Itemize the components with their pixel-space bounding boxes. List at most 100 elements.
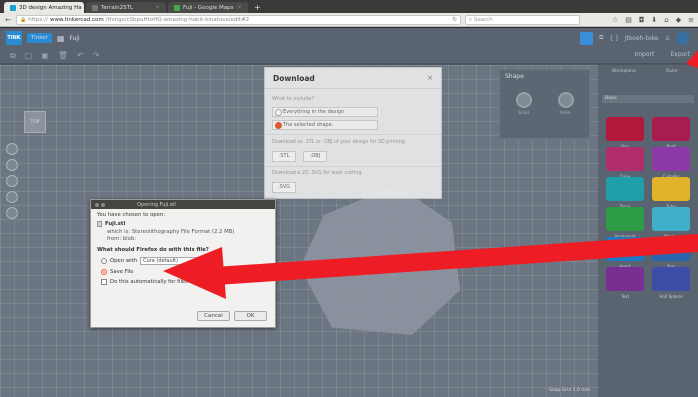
url-path: /things/cSbpuHtoHQ-amazing-habit-kinatou… — [105, 16, 250, 23]
perspective-icon[interactable] — [6, 207, 18, 219]
new-tab-button[interactable]: + — [250, 2, 265, 13]
shape-tile[interactable]: Tube — [652, 177, 690, 209]
workplane-tool[interactable]: Workplane — [602, 69, 646, 91]
blocks-icon[interactable]: ⧉ — [599, 34, 603, 42]
view-cube[interactable]: TOP — [24, 111, 46, 133]
option-selected-shape[interactable]: The selected shape. — [272, 120, 378, 130]
undo-icon[interactable]: ↶ — [77, 51, 84, 60]
shape-tile[interactable]: Box — [606, 117, 644, 149]
shape-tile[interactable]: Heart — [606, 237, 644, 269]
cancel-button[interactable]: Cancel — [197, 311, 230, 321]
dialog-body: You have chosen to open: Fuji.stl which … — [91, 209, 275, 288]
close-window-icon[interactable] — [95, 202, 99, 207]
search-input[interactable]: ⌕ Search — [465, 14, 580, 25]
tinkercad-logo[interactable]: TINK — [6, 31, 22, 45]
shape-tile[interactable]: Star — [652, 237, 690, 269]
download-title: Download — [273, 74, 315, 83]
menu-icon[interactable]: ≡ — [688, 16, 694, 24]
shape-category-select[interactable]: Basic — [602, 95, 694, 103]
divider — [265, 166, 441, 167]
browser-tab-google-maps[interactable]: Fuji - Google Maps × — [168, 2, 248, 13]
paste-icon[interactable]: ▢ — [25, 51, 33, 60]
stl-button[interactable]: .STL — [272, 151, 296, 162]
option-everything[interactable]: Everything in the design — [272, 107, 378, 117]
intro-text: You have chosen to open: — [97, 212, 166, 218]
shape-tile[interactable]: Torus — [606, 177, 644, 209]
inspector-title: Shape — [505, 73, 524, 80]
tinkercad-favicon-icon — [10, 4, 16, 11]
import-button[interactable]: Import — [634, 51, 654, 58]
back-arrow-icon[interactable]: ← — [4, 16, 12, 24]
download-dialog: Download × What to include? Everything i… — [264, 67, 442, 199]
solid-label: Solid — [518, 111, 529, 116]
duplicate-icon[interactable]: ▣ — [41, 51, 49, 60]
ruler-tool[interactable]: Ruler — [650, 69, 694, 91]
home-view-icon[interactable] — [6, 143, 18, 155]
open-with-row: Open with Cura (default) — [101, 257, 269, 265]
shape-tile[interactable]: Cone — [606, 147, 644, 179]
export-button[interactable]: Export — [670, 51, 690, 58]
shape-grid: BoxRoofConeCylinderTorusTubeParaboloidWe… — [598, 103, 698, 305]
auto-checkbox[interactable] — [101, 279, 107, 285]
url-bar[interactable]: 🔒 https://www.tinkercad.com/things/cSbpu… — [16, 14, 461, 25]
tab-close-icon[interactable]: × — [155, 4, 160, 11]
shape-tile[interactable]: Wedge — [652, 207, 690, 239]
hole-swatch[interactable] — [558, 92, 574, 108]
open-with-radio[interactable] — [101, 258, 107, 264]
extension-icon[interactable]: ◆ — [676, 16, 681, 24]
snap-grid-label[interactable]: Snap Grid 1.0 mm — [549, 388, 590, 393]
auto-label: Do this automatically for files like thi… — [110, 279, 247, 285]
zoom-out-icon[interactable] — [6, 191, 18, 203]
open-with-select[interactable]: Cura (default) — [140, 257, 203, 265]
zoom-in-icon[interactable] — [6, 175, 18, 187]
firefox-open-file-dialog: Opening Fuji.stl You have chosen to open… — [90, 199, 276, 328]
bookmark-star-icon[interactable]: ☆ — [612, 16, 618, 24]
grid-icon[interactable]: ▦ — [57, 34, 65, 43]
pocket-icon[interactable]: ◘ — [639, 16, 645, 24]
minimize-window-icon[interactable] — [101, 202, 105, 207]
shape-tile[interactable]: Roof — [652, 117, 690, 149]
browser-tab-bar: 3D design Amazing Ha × Terrain2STL × Fuj… — [0, 0, 698, 13]
fit-view-icon[interactable] — [6, 159, 18, 171]
3d-view-icon[interactable] — [580, 31, 594, 45]
shape-tile[interactable]: Half Sphere — [652, 267, 690, 299]
reading-list-icon[interactable]: ▤ — [625, 16, 632, 24]
account-menu[interactable]: Jtkoeh-toke — [625, 35, 659, 42]
download-icon[interactable]: ⬇ — [651, 16, 657, 24]
fuji-terrain-model[interactable] — [300, 185, 460, 335]
shape-tile[interactable]: Cylinder — [652, 147, 690, 179]
avatar[interactable] — [676, 31, 690, 45]
obj-button[interactable]: .OBJ — [303, 151, 327, 162]
url-prefix: https:// — [28, 16, 48, 23]
file-name: Fuji.stl — [105, 221, 126, 227]
save-file-label: Save File — [110, 269, 134, 275]
file-source: from: blob: — [107, 236, 137, 242]
shape-tile[interactable]: Text — [606, 267, 644, 299]
code-icon[interactable]: { } — [609, 35, 619, 42]
browser-tab-terrain2stl[interactable]: Terrain2STL × — [86, 2, 166, 13]
maps-favicon-icon — [174, 4, 180, 11]
home-icon[interactable]: ⌂ — [664, 16, 668, 24]
firefox-question: What should Firefox do with this file? — [97, 247, 209, 253]
solid-swatch[interactable] — [516, 92, 532, 108]
dialog-titlebar: Opening Fuji.stl — [91, 200, 275, 209]
copy-icon[interactable]: ⧉ — [10, 51, 16, 61]
user-icon[interactable]: ♙ — [665, 35, 670, 42]
design-name[interactable]: Fuji — [69, 35, 79, 42]
window-controls — [95, 202, 105, 207]
redo-icon[interactable]: ↷ — [93, 51, 100, 60]
shape-tile[interactable]: Paraboloid — [606, 207, 644, 239]
search-placeholder: Search — [473, 16, 493, 23]
tinker-badge[interactable]: Tinker — [27, 33, 52, 43]
file-type: which is: Stereolithography File Format … — [107, 229, 235, 235]
reload-icon[interactable]: ↻ — [452, 16, 457, 24]
search-icon: ⌕ — [469, 16, 473, 23]
delete-icon[interactable]: 🗑 — [58, 51, 68, 60]
tab-close-icon[interactable]: × — [237, 4, 242, 11]
browser-tab-tinkercad[interactable]: 3D design Amazing Ha × — [4, 2, 84, 13]
close-icon[interactable]: × — [427, 74, 433, 82]
save-file-radio[interactable] — [101, 269, 107, 275]
svg-button[interactable]: .SVG — [272, 182, 296, 193]
dialog-buttons: Cancel OK — [197, 311, 267, 321]
ok-button[interactable]: OK — [234, 311, 267, 321]
